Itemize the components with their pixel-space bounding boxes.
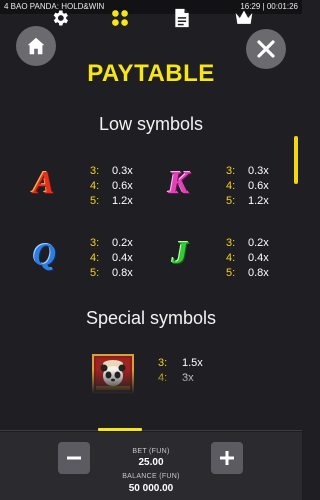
pay-row: 5: 1.2x xyxy=(90,194,133,209)
paytable-a: 3: 0.3x 4: 0.6x 5: 1.2x xyxy=(90,164,133,209)
pay-value: 0.8x xyxy=(112,267,133,279)
scrollbar-thumb[interactable] xyxy=(294,136,298,184)
tab-settings[interactable] xyxy=(40,0,80,36)
pay-count: 5: xyxy=(226,195,236,207)
pay-value: 0.3x xyxy=(112,165,133,177)
paytable-grid-icon xyxy=(112,10,128,26)
pay-value: 0.8x xyxy=(248,267,269,279)
paytable-q: 3: 0.2x 4: 0.4x 5: 0.8x xyxy=(90,236,133,281)
pay-count: 3: xyxy=(226,237,236,249)
pay-row: 5: 1.2x xyxy=(226,194,269,209)
tab-features[interactable] xyxy=(224,0,264,36)
pay-count: 4: xyxy=(90,252,100,264)
pay-value: 0.4x xyxy=(112,252,133,264)
crown-icon xyxy=(235,10,253,24)
pay-value: 0.6x xyxy=(112,180,133,192)
pay-row: 4: 0.4x xyxy=(90,251,133,266)
paytable-k: 3: 0.3x 4: 0.6x 5: 1.2x xyxy=(226,164,269,209)
pay-row: 3: 0.3x xyxy=(90,164,133,179)
gear-icon xyxy=(53,10,68,26)
pay-count: 3: xyxy=(158,357,168,369)
pay-row: 4: 0.4x xyxy=(226,251,269,266)
pay-value: 0.2x xyxy=(248,237,269,249)
symbol-a-icon: A xyxy=(33,164,55,200)
pay-row: 5: 0.8x xyxy=(90,266,133,281)
close-icon xyxy=(257,40,275,58)
pay-value: 1.2x xyxy=(112,195,133,207)
symbol-k-icon: K xyxy=(168,164,190,200)
bet-label: BET (FUN) xyxy=(132,448,170,455)
pay-row: 3: 0.2x xyxy=(226,236,269,251)
paytable-j: 3: 0.2x 4: 0.4x 5: 0.8x xyxy=(226,236,269,281)
section-title-special-symbols: Special symbols xyxy=(85,308,217,328)
pay-count: 3: xyxy=(226,165,236,177)
section-title-low-symbols: Low symbols xyxy=(98,114,204,134)
pay-row: 3: 1.5x xyxy=(158,356,203,371)
pay-value: 0.2x xyxy=(112,237,133,249)
pay-row: 4: 0.6x xyxy=(226,179,269,194)
active-tab-indicator xyxy=(98,428,142,431)
pay-row: 3: 0.3x xyxy=(226,164,269,179)
pay-value: 1.2x xyxy=(248,195,269,207)
document-icon xyxy=(175,8,189,28)
balance-label: BALANCE (FUN) xyxy=(122,473,180,480)
tab-paytable[interactable] xyxy=(100,0,140,36)
symbol-q-icon: Q xyxy=(33,236,57,272)
pay-row: 3: 0.2x xyxy=(90,236,133,251)
pay-count: 5: xyxy=(226,267,236,279)
home-icon xyxy=(27,37,45,55)
pay-count: 4: xyxy=(90,180,100,192)
pay-count: 3: xyxy=(90,165,100,177)
page-title: PAYTABLE xyxy=(87,60,215,87)
pay-count: 4: xyxy=(226,180,236,192)
pay-row: 5: 0.8x xyxy=(226,266,269,281)
symbol-j-icon: J xyxy=(172,234,188,270)
pay-count: 4: xyxy=(226,252,236,264)
balance-value: 50 000.00 xyxy=(128,483,174,494)
tab-rules[interactable] xyxy=(162,0,202,36)
pay-value: 0.6x xyxy=(248,180,269,192)
pay-count: 3: xyxy=(90,237,100,249)
pay-value: 0.3x xyxy=(248,165,269,177)
tab-bar xyxy=(0,394,302,432)
pay-row: 4: 0.6x xyxy=(90,179,133,194)
pay-count: 5: xyxy=(90,267,100,279)
bet-value: 25.00 xyxy=(138,457,164,468)
pay-value: 0.4x xyxy=(248,252,269,264)
tab-track xyxy=(0,430,302,431)
pay-count: 5: xyxy=(90,195,100,207)
content-fade xyxy=(0,370,302,394)
pay-value: 1.5x xyxy=(182,357,203,369)
